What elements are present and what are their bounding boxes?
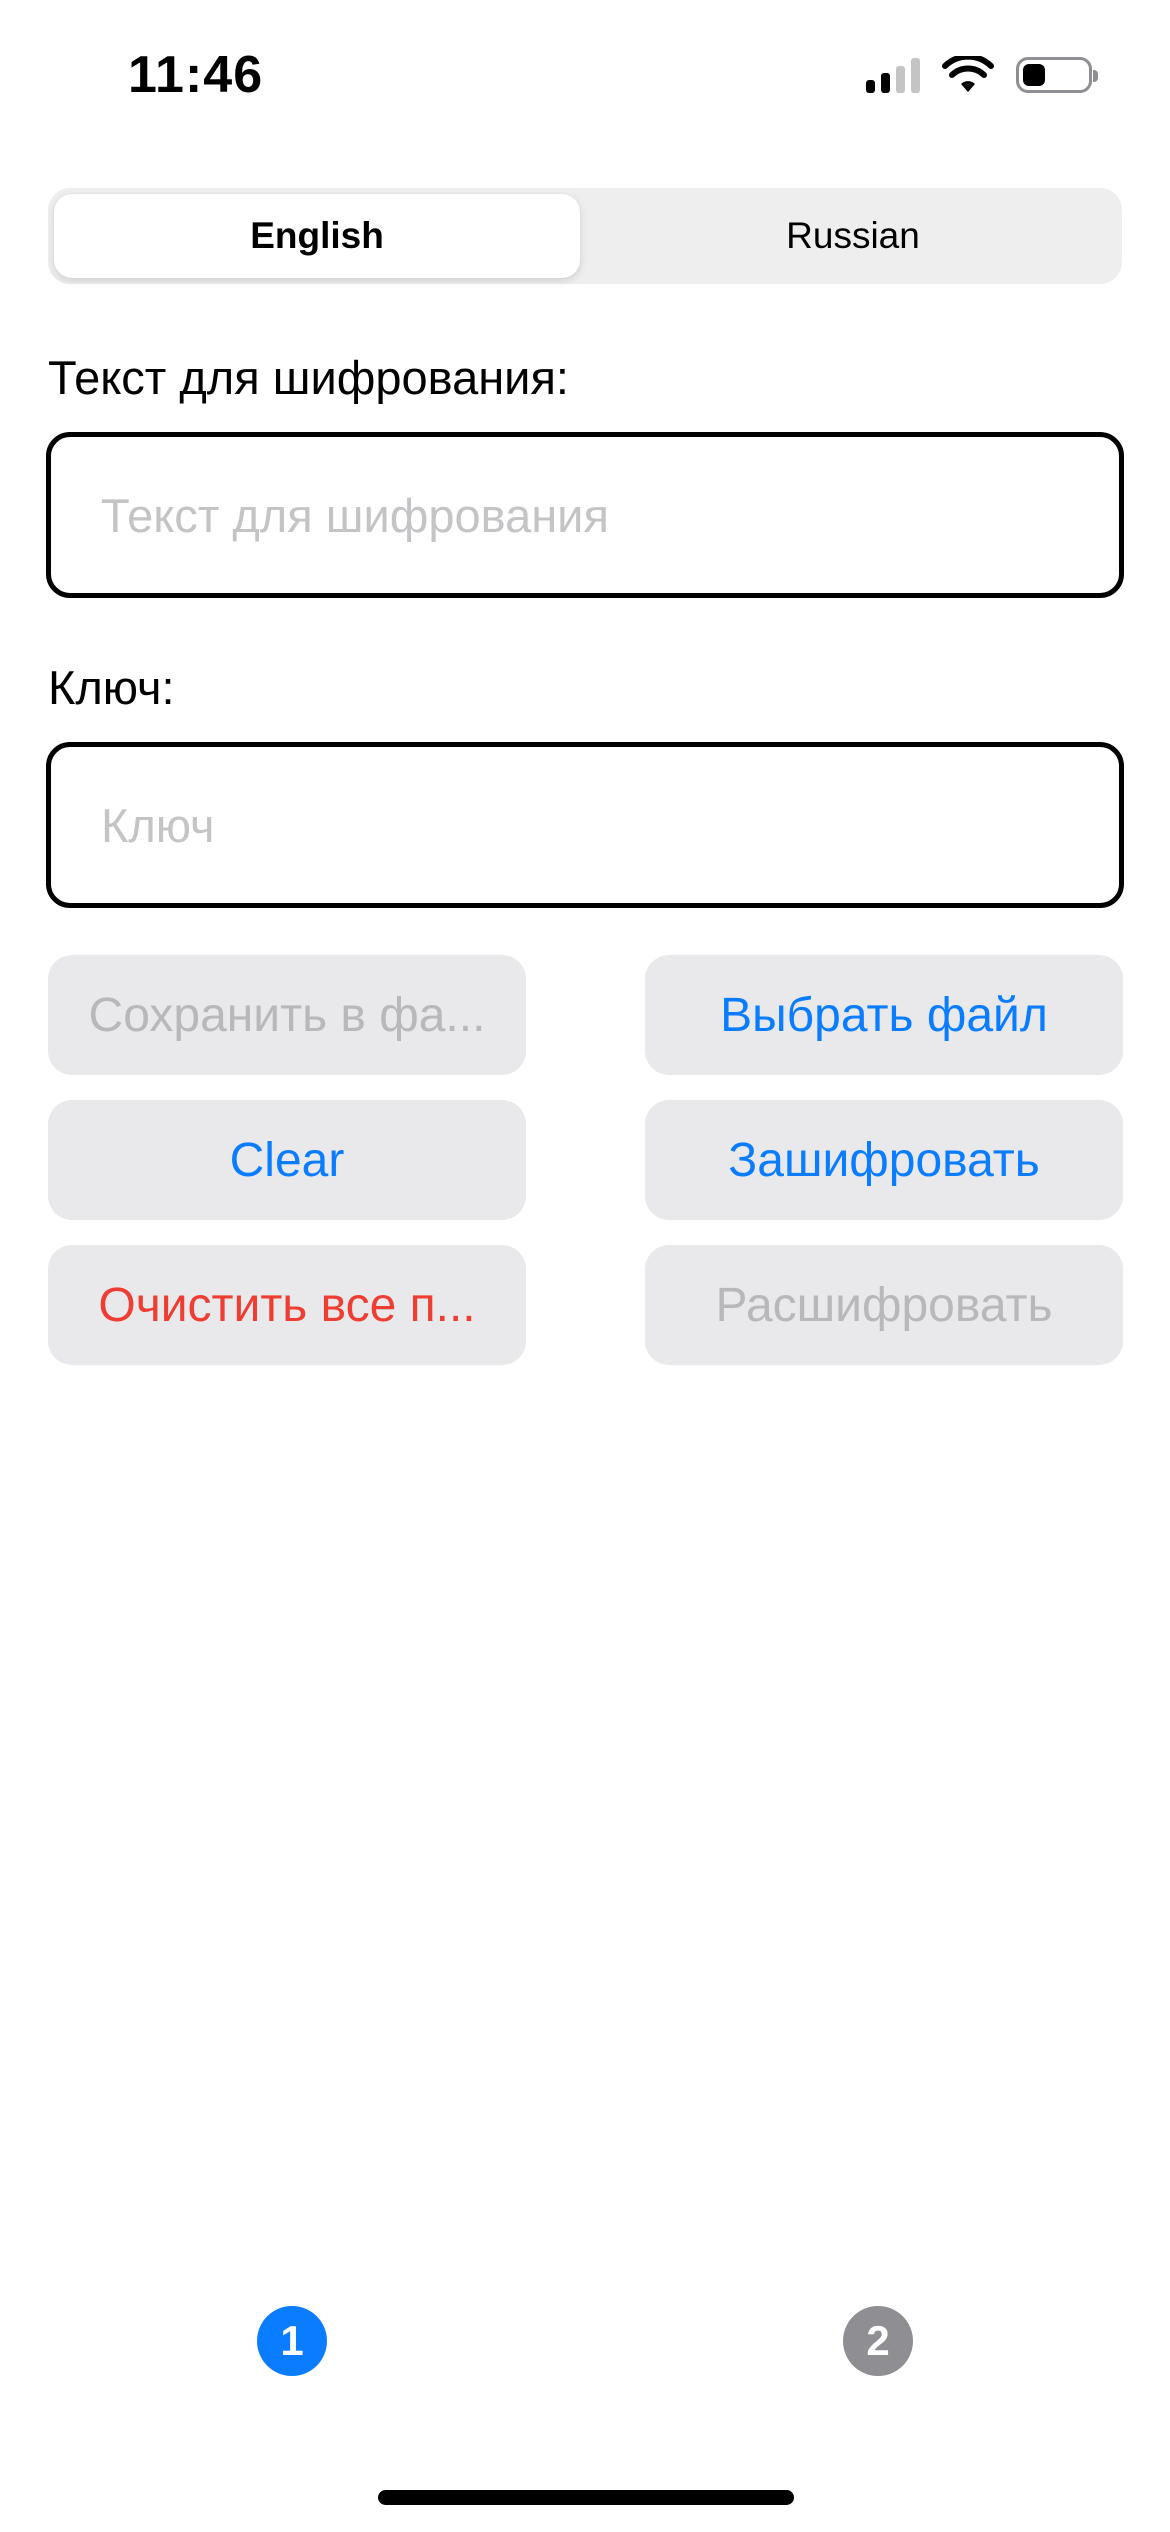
wifi-icon — [942, 56, 994, 92]
status-icons — [866, 56, 1098, 94]
cipher-text-label: Текст для шифрования: — [48, 351, 569, 404]
battery-icon — [1016, 57, 1098, 93]
segment-russian[interactable]: Russian — [590, 194, 1116, 278]
choose-file-button[interactable]: Выбрать файл — [645, 955, 1123, 1075]
status-bar: 11:46 — [0, 0, 1170, 150]
encrypt-button[interactable]: Зашифровать — [645, 1100, 1123, 1220]
decrypt-button[interactable]: Расшифровать — [645, 1245, 1123, 1365]
language-segmented-control: English Russian — [48, 188, 1122, 284]
page-indicator-2[interactable]: 2 — [843, 2306, 913, 2376]
key-input[interactable] — [99, 796, 1119, 854]
key-field-container — [46, 742, 1124, 908]
cipher-text-field-container — [46, 432, 1124, 598]
cellular-signal-icon — [866, 57, 920, 93]
clear-all-button[interactable]: Очистить все п... — [48, 1245, 526, 1365]
status-time: 11:46 — [128, 46, 264, 104]
save-to-file-button[interactable]: Сохранить в фа... — [48, 955, 526, 1075]
cipher-text-input[interactable] — [99, 486, 1119, 544]
page-indicator-1[interactable]: 1 — [257, 2306, 327, 2376]
key-label: Ключ: — [48, 661, 175, 714]
clear-button[interactable]: Clear — [48, 1100, 526, 1220]
segment-english[interactable]: English — [54, 194, 580, 278]
home-indicator[interactable] — [378, 2490, 794, 2505]
